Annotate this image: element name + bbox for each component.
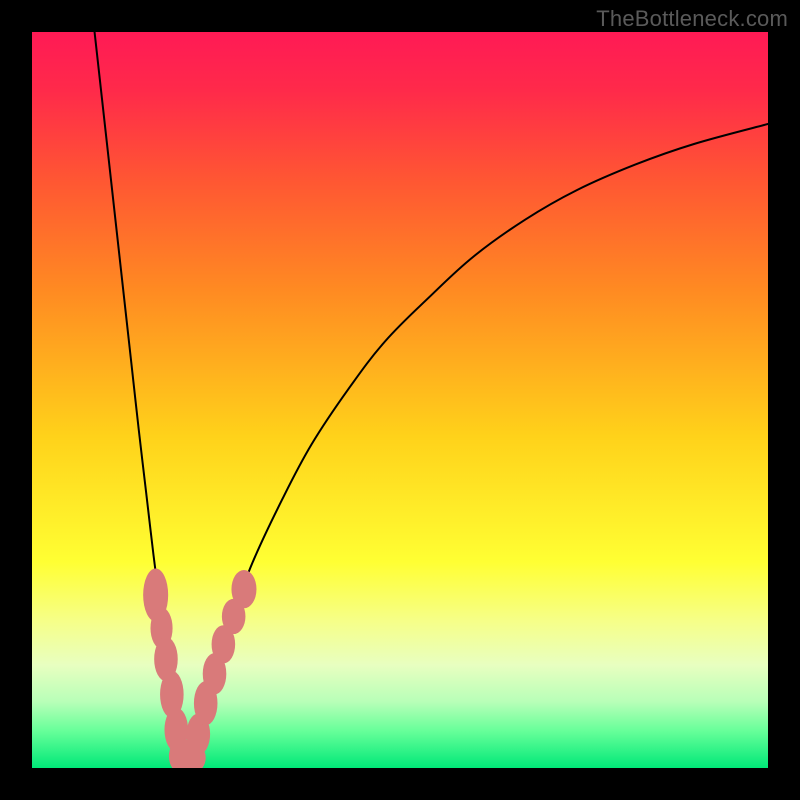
gradient-background [32,32,768,768]
data-marker [231,570,256,608]
chart-frame: TheBottleneck.com [0,0,800,800]
watermark-text: TheBottleneck.com [596,6,788,32]
chart-canvas [32,32,768,768]
plot-area [32,32,768,768]
